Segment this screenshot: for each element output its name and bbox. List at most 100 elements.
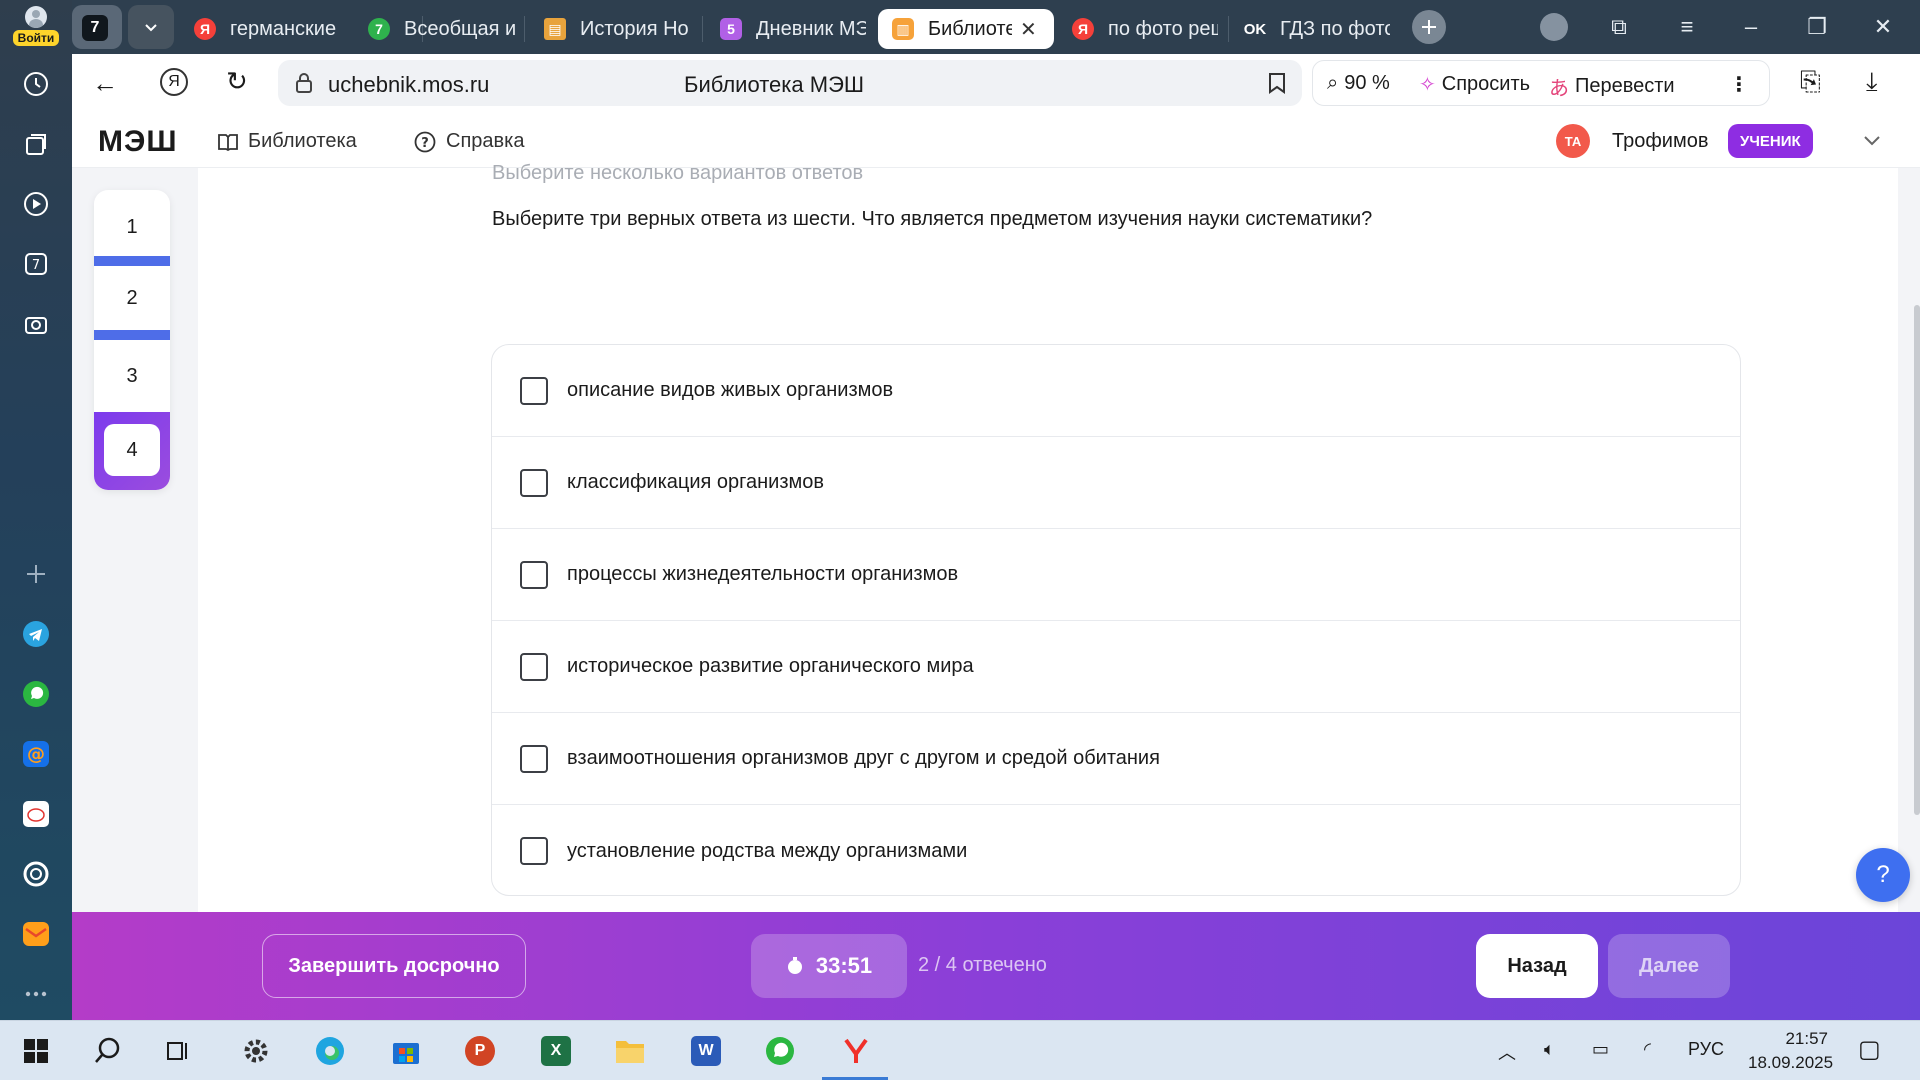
powerpoint-icon[interactable]: P [462,1033,498,1069]
more-icon[interactable] [20,978,52,1010]
timer: 33:51 [751,934,907,998]
tab-diary[interactable]: 5 Дневник МЭ [720,9,866,49]
answer-option[interactable]: классификация организмов [492,437,1740,529]
address-toolbar: ← Я ↻ uchebnik.mos.ru Библиотека МЭШ ⌕ 9… [72,54,1920,116]
collections-icon[interactable] [20,128,52,160]
notifications-icon[interactable]: ▢ [1858,1035,1881,1064]
minimize-icon[interactable]: – [1736,14,1766,40]
page-title: Библиотека МЭШ [684,72,865,97]
answer-option[interactable]: установление родства между организмами [492,805,1740,895]
yandex-browser-icon[interactable] [838,1033,874,1069]
profile-icon[interactable] [1540,13,1568,41]
chevron-down-icon [145,24,157,32]
answered-count: 2 / 4 отвечено [918,954,1047,976]
tab-counter-button[interactable]: 7 [72,5,122,49]
checkbox[interactable] [520,652,548,681]
volume-icon[interactable]: 🔈︎ [1544,1039,1555,1060]
download-icon[interactable]: ⤓ [1866,66,1878,98]
bookmarks-panel-icon[interactable]: ⧉ [1604,14,1634,40]
close-tab-icon[interactable]: ✕ [1020,17,1037,42]
checkbox[interactable] [520,376,548,405]
answered-indicator [94,256,170,266]
tab-list-button[interactable] [128,5,174,49]
nav-help[interactable]: ? Справка [414,130,524,153]
menu-icon[interactable]: ≡ [1672,14,1702,40]
close-window-icon[interactable]: ✕ [1868,14,1898,40]
tab-history-new[interactable]: ▤ История Но [544,9,690,49]
mail-icon[interactable]: @ [20,738,52,770]
history-icon[interactable] [20,68,52,100]
translate-button[interactable]: あ Перевести [1549,72,1675,101]
tab-world-history[interactable]: 7 Всеобщая и [368,9,518,49]
mesh-logo[interactable]: МЭШ [98,125,177,159]
zoom-button[interactable]: ⌕ 90 % [1327,72,1390,95]
answer-option[interactable]: описание видов живых организмов [492,345,1740,437]
yandex-home-icon[interactable]: Я [160,68,188,96]
chevron-down-icon[interactable] [1862,134,1882,148]
edge-icon[interactable] [312,1033,348,1069]
quiz-action-bar: Завершить досрочно 33:51 2 / 4 отвечено … [72,912,1920,1020]
question-number-2[interactable]: 2 [94,266,170,330]
svg-text:7: 7 [32,258,40,273]
tab-library-active[interactable]: ▥ Библиотека ✕ [878,9,1054,49]
checkbox[interactable] [520,744,548,773]
next-button[interactable]: Далее [1608,934,1730,998]
extensions-icon[interactable]: ⎘ [1800,66,1821,98]
whatsapp-taskbar-icon[interactable] [762,1033,798,1069]
scrollbar[interactable] [1914,305,1920,815]
store-icon[interactable] [388,1033,424,1069]
word-icon[interactable]: W [688,1033,724,1069]
checkbox[interactable] [520,560,548,589]
task-view-icon[interactable] [160,1033,196,1069]
back-button[interactable]: Назад [1476,934,1598,998]
tab-gdz[interactable]: OK ГДЗ по фото [1244,9,1390,49]
show-hidden-icons-icon[interactable]: ︿ [1498,1039,1516,1065]
search-icon[interactable] [90,1033,126,1069]
add-icon[interactable] [20,558,52,590]
wifi-icon[interactable]: ◜ [1644,1039,1651,1060]
checkbox[interactable] [520,468,548,497]
finish-early-button[interactable]: Завершить досрочно [262,934,526,998]
book-favicon-icon: ▤ [544,18,566,40]
alice-icon[interactable] [20,858,52,890]
help-button[interactable]: ? [1856,848,1910,902]
login-button[interactable]: Войти [9,6,63,48]
file-explorer-icon[interactable] [612,1033,648,1069]
clock[interactable]: 21:57 18.09.2025 [1748,1027,1833,1075]
settings-gear-icon[interactable] [238,1033,274,1069]
checkbox[interactable] [520,837,548,865]
back-arrow-icon[interactable]: ← [92,68,118,99]
language-indicator[interactable]: РУС [1688,1039,1724,1060]
answer-option[interactable]: взаимоотношения организмов друг с другом… [492,713,1740,805]
nav-library[interactable]: Библиотека [218,130,357,153]
answer-hint: Выберите несколько вариантов ответов [492,162,864,184]
yandex-mail-icon[interactable] [20,918,52,950]
excel-icon[interactable]: X [538,1033,574,1069]
gosuslugi-icon[interactable] [20,798,52,830]
camera-icon[interactable] [20,308,52,340]
more-menu-icon[interactable]: ⋮ [1729,72,1749,97]
user-avatar[interactable]: ТА [1556,124,1590,158]
video-icon[interactable] [20,188,52,220]
whatsapp-icon[interactable] [20,678,52,710]
help-circle-icon: ? [414,131,436,152]
new-tab-button[interactable] [1412,10,1446,44]
bookmark-icon[interactable] [1268,72,1286,94]
library-favicon-icon: ▥ [892,18,914,40]
answer-option[interactable]: процессы жизнедеятельности организмов [492,529,1740,621]
question-number-3[interactable]: 3 [94,340,170,412]
answer-option[interactable]: историческое развитие органического мира [492,621,1740,713]
telegram-icon[interactable] [20,618,52,650]
battery-icon[interactable]: ▭ [1592,1039,1609,1060]
windows-start-icon[interactable] [18,1033,54,1069]
stopwatch-icon [787,957,802,974]
ask-button[interactable]: ✧ Спросить [1419,72,1530,97]
address-bar[interactable]: uchebnik.mos.ru Библиотека МЭШ [278,60,1302,106]
user-name[interactable]: Трофимов [1612,130,1708,153]
tab-photo-solve[interactable]: Я по фото реш [1072,9,1218,49]
question-number-4-active[interactable]: 4 [94,412,170,490]
seven-icon[interactable]: 7 [20,248,52,280]
question-number-1[interactable]: 1 [94,190,170,264]
restore-icon[interactable]: ❐ [1802,14,1832,40]
reload-icon[interactable]: ↻ [226,66,248,97]
